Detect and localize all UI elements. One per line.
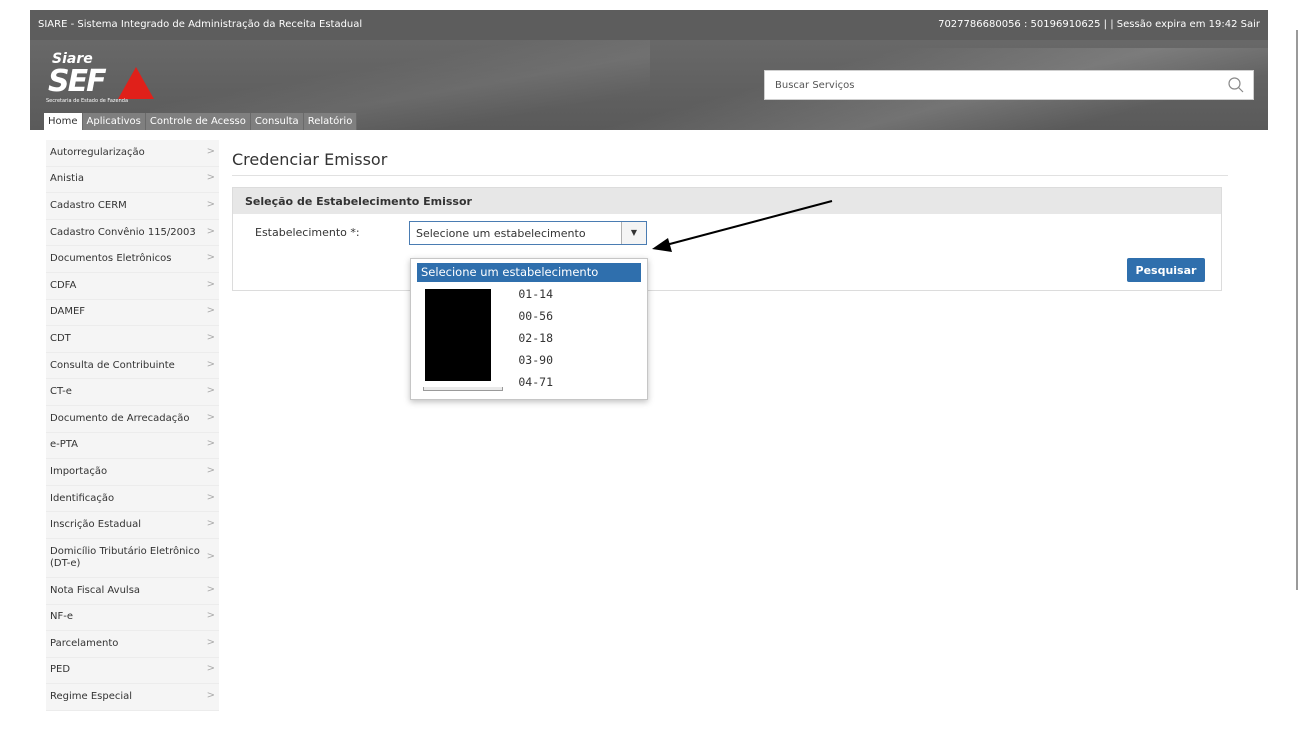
chevron-right-icon: > bbox=[206, 225, 215, 237]
sidebar-item-ped[interactable]: PED > bbox=[46, 657, 219, 685]
logo-triangle-icon bbox=[118, 67, 154, 99]
sidebar-item-label: Anistia bbox=[50, 173, 84, 185]
chevron-right-icon: > bbox=[206, 438, 215, 450]
sidebar-item-cdfa[interactable]: CDFA > bbox=[46, 272, 219, 300]
chevron-right-icon: > bbox=[206, 636, 215, 648]
sidebar-item-cadastro-cerm[interactable]: Cadastro CERM > bbox=[46, 193, 219, 220]
sidebar-item-label: CDFA bbox=[50, 279, 77, 291]
menu-home[interactable]: Home bbox=[44, 113, 83, 130]
panel-header: Seleção de Estabelecimento Emissor bbox=[233, 188, 1221, 214]
sidebar-item-inscricao-estadual[interactable]: Inscrição Estadual > bbox=[46, 512, 219, 539]
sidebar-item-label: Consulta de Contribuinte bbox=[50, 359, 175, 371]
top-bar: SIARE - Sistema Integrado de Administraç… bbox=[30, 10, 1268, 40]
sidebar-item-anistia[interactable]: Anistia > bbox=[46, 166, 219, 194]
sidebar-item-nota-fiscal-avulsa[interactable]: Nota Fiscal Avulsa > bbox=[46, 577, 219, 605]
chevron-right-icon: > bbox=[206, 198, 215, 210]
logo-sef-text: SEF bbox=[48, 64, 107, 99]
sidebar: Autorregularização > Anistia > Cadastro CE… bbox=[46, 140, 219, 711]
sef-logo[interactable]: Siare SEF Secretaria de Estado de Fazend… bbox=[46, 51, 161, 105]
chevron-right-icon: > bbox=[206, 278, 215, 290]
sidebar-item-dt-e[interactable]: Domicílio Tributário Eletrônico (DT-e) > bbox=[46, 538, 219, 578]
sidebar-item-e-pta[interactable]: e-PTA > bbox=[46, 432, 219, 460]
sidebar-item-label: DAMEF bbox=[50, 306, 86, 318]
app-title: SIARE - Sistema Integrado de Administraç… bbox=[38, 19, 363, 30]
sidebar-item-nf-e[interactable]: NF-e > bbox=[46, 604, 219, 632]
menu-relatorio[interactable]: Relatório bbox=[303, 113, 358, 130]
sidebar-item-importacao[interactable]: Importação > bbox=[46, 459, 219, 486]
chevron-right-icon: > bbox=[206, 610, 215, 622]
sidebar-item-label: Cadastro CERM bbox=[50, 199, 127, 211]
sidebar-item-label: CDT bbox=[50, 332, 71, 344]
search-icon[interactable] bbox=[1227, 76, 1245, 94]
menu-controle-de-acesso[interactable]: Controle de Acesso bbox=[145, 113, 251, 130]
chevron-right-icon: > bbox=[206, 252, 215, 264]
sidebar-item-label: Identificação bbox=[50, 492, 115, 504]
sidebar-item-label: Documentos Eletrônicos bbox=[50, 253, 172, 265]
sidebar-item-damef[interactable]: DAMEF > bbox=[46, 299, 219, 327]
sidebar-item-label: CT-e bbox=[50, 386, 72, 398]
dropdown-scroll-edge bbox=[423, 387, 503, 391]
sidebar-item-label: Autorregularização bbox=[50, 146, 145, 158]
chevron-right-icon: > bbox=[206, 172, 215, 184]
search-input[interactable] bbox=[765, 71, 1215, 99]
sidebar-item-cdt[interactable]: CDT > bbox=[46, 326, 219, 353]
search-box bbox=[764, 70, 1254, 100]
chevron-right-icon: > bbox=[206, 331, 215, 343]
sidebar-item-label: Cadastro Convênio 115/2003 bbox=[50, 226, 196, 238]
page-title: Credenciar Emissor bbox=[232, 150, 388, 169]
estabelecimento-label: Estabelecimento *: bbox=[255, 226, 360, 239]
sidebar-item-documentos-eletronicos[interactable]: Documentos Eletrônicos > bbox=[46, 246, 219, 273]
sidebar-item-cadastro-convenio[interactable]: Cadastro Convênio 115/2003 > bbox=[46, 219, 219, 247]
sidebar-item-label: Importação bbox=[50, 465, 108, 477]
panel-title: Seleção de Estabelecimento Emissor bbox=[245, 195, 472, 208]
header: SIARE - Sistema Integrado de Administraç… bbox=[30, 10, 1268, 138]
chevron-down-icon[interactable]: ▼ bbox=[621, 222, 646, 244]
sidebar-item-documento-arrecadacao[interactable]: Documento de Arrecadação > bbox=[46, 405, 219, 433]
title-divider bbox=[232, 175, 1228, 176]
sidebar-item-label: e-PTA bbox=[50, 439, 78, 451]
chevron-right-icon: > bbox=[206, 385, 215, 397]
sidebar-item-autorregularizacao[interactable]: Autorregularização > bbox=[46, 140, 219, 167]
sidebar-item-consulta-contribuinte[interactable]: Consulta de Contribuinte > bbox=[46, 352, 219, 380]
sidebar-item-label: Inscrição Estadual bbox=[50, 519, 141, 531]
chevron-right-icon: > bbox=[206, 145, 215, 157]
sidebar-item-ct-e[interactable]: CT-e > bbox=[46, 379, 219, 406]
redaction-box bbox=[425, 289, 491, 381]
sidebar-item-label: NF-e bbox=[50, 611, 73, 623]
estabelecimento-dropdown: Selecione um estabelecimento 01-14 00-56… bbox=[410, 258, 648, 400]
sidebar-item-label: Documento de Arrecadação bbox=[50, 412, 190, 424]
menu-consulta[interactable]: Consulta bbox=[250, 113, 304, 130]
menu-aplicativos[interactable]: Aplicativos bbox=[82, 113, 146, 130]
sidebar-item-label: Regime Especial bbox=[50, 691, 133, 703]
session-info[interactable]: 7027786680056 : 50196910625 | | Sessão e… bbox=[938, 19, 1260, 30]
select-value: Selecione um estabelecimento bbox=[416, 227, 586, 240]
dropdown-option-selected[interactable]: Selecione um estabelecimento bbox=[417, 263, 641, 282]
sidebar-item-regime-especial[interactable]: Regime Especial > bbox=[46, 684, 219, 711]
chevron-right-icon: > bbox=[206, 305, 215, 317]
chevron-right-icon: > bbox=[206, 358, 215, 370]
estabelecimento-select[interactable]: Selecione um estabelecimento ▼ bbox=[409, 221, 647, 245]
chevron-right-icon: > bbox=[206, 663, 215, 675]
chevron-right-icon: > bbox=[206, 550, 215, 562]
logo-subtitle: Secretaria de Estado de Fazenda bbox=[46, 98, 129, 104]
chevron-right-icon: > bbox=[206, 583, 215, 595]
sidebar-item-label: Parcelamento bbox=[50, 637, 119, 649]
chevron-right-icon: > bbox=[206, 518, 215, 530]
main-menu: Home Aplicativos Controle de Acesso Cons… bbox=[44, 113, 358, 130]
sidebar-item-parcelamento[interactable]: Parcelamento > bbox=[46, 631, 219, 658]
sidebar-item-label: PED bbox=[50, 664, 71, 676]
sidebar-item-label: Domicílio Tributário Eletrônico (DT-e) bbox=[50, 545, 200, 569]
chevron-right-icon: > bbox=[206, 464, 215, 476]
chevron-right-icon: > bbox=[206, 411, 215, 423]
sidebar-item-label: Nota Fiscal Avulsa bbox=[50, 584, 141, 596]
app-window: SIARE - Sistema Integrado de Administraç… bbox=[30, 10, 1268, 731]
chevron-right-icon: > bbox=[206, 491, 215, 503]
selection-panel: Seleção de Estabelecimento Emissor Estab… bbox=[232, 187, 1222, 291]
sidebar-item-identificacao[interactable]: Identificação > bbox=[46, 485, 219, 513]
pesquisar-button[interactable]: Pesquisar bbox=[1127, 258, 1205, 282]
chevron-right-icon: > bbox=[206, 690, 215, 702]
